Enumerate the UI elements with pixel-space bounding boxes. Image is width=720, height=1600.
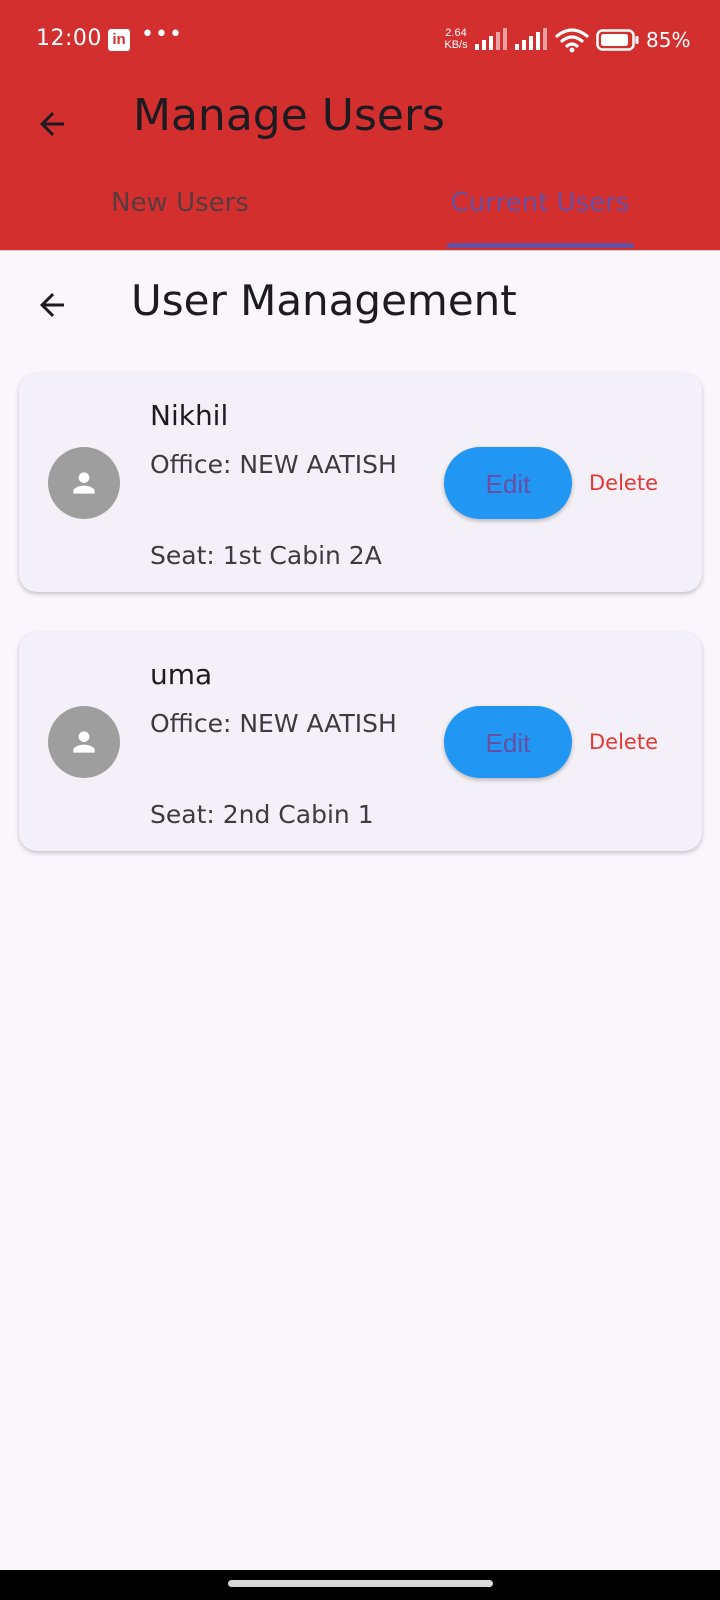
person-icon	[73, 731, 95, 753]
user-name: uma	[150, 658, 213, 691]
edit-button[interactable]: Edit	[444, 447, 572, 519]
tab-indicator	[447, 243, 634, 248]
user-card: uma Office: NEW AATISH Seat: 2nd Cabin 1…	[19, 632, 702, 851]
tab-new-users[interactable]: New Users	[0, 170, 360, 251]
avatar	[48, 447, 120, 519]
network-speed-unit: KB/s	[444, 39, 468, 51]
arrow-back-icon[interactable]	[34, 287, 70, 323]
signal-icon	[475, 28, 507, 50]
delete-button[interactable]: Delete	[589, 463, 679, 503]
edit-button[interactable]: Edit	[444, 706, 572, 778]
user-seat: Seat: 2nd Cabin 1	[150, 800, 374, 829]
more-icon: •••	[141, 22, 183, 47]
system-nav-bar	[0, 1570, 720, 1600]
delete-button[interactable]: Delete	[589, 722, 679, 762]
tab-divider	[0, 250, 720, 251]
page-title: User Management	[131, 276, 517, 325]
battery-level: 85%	[646, 28, 691, 52]
person-icon	[73, 472, 95, 494]
user-card: Nikhil Office: NEW AATISH Seat: 1st Cabi…	[19, 373, 702, 592]
tab-current-users[interactable]: Current Users	[360, 170, 720, 251]
app-header: 12:00 in ••• 2.64 KB/s 85% Manage Users …	[0, 0, 720, 251]
wifi-icon	[555, 28, 589, 53]
app-title: Manage Users	[133, 90, 445, 141]
tab-bar: New Users Current Users	[0, 170, 720, 251]
gesture-handle[interactable]	[228, 1580, 493, 1587]
user-office: Office: NEW AATISH	[150, 709, 397, 738]
network-speed-value: 2.64	[445, 27, 467, 39]
user-seat: Seat: 1st Cabin 2A	[150, 541, 382, 570]
battery-icon	[596, 29, 639, 51]
arrow-back-icon[interactable]	[34, 106, 70, 142]
signal-icon	[515, 28, 547, 50]
user-name: Nikhil	[150, 399, 229, 432]
avatar	[48, 706, 120, 778]
status-time: 12:00	[36, 26, 102, 51]
linkedin-icon: in	[108, 29, 130, 51]
user-office: Office: NEW AATISH	[150, 450, 397, 479]
app-bar: Manage Users	[0, 80, 720, 170]
network-speed: 2.64 KB/s	[438, 27, 474, 51]
status-bar: 12:00 in ••• 2.64 KB/s 85%	[0, 0, 720, 80]
